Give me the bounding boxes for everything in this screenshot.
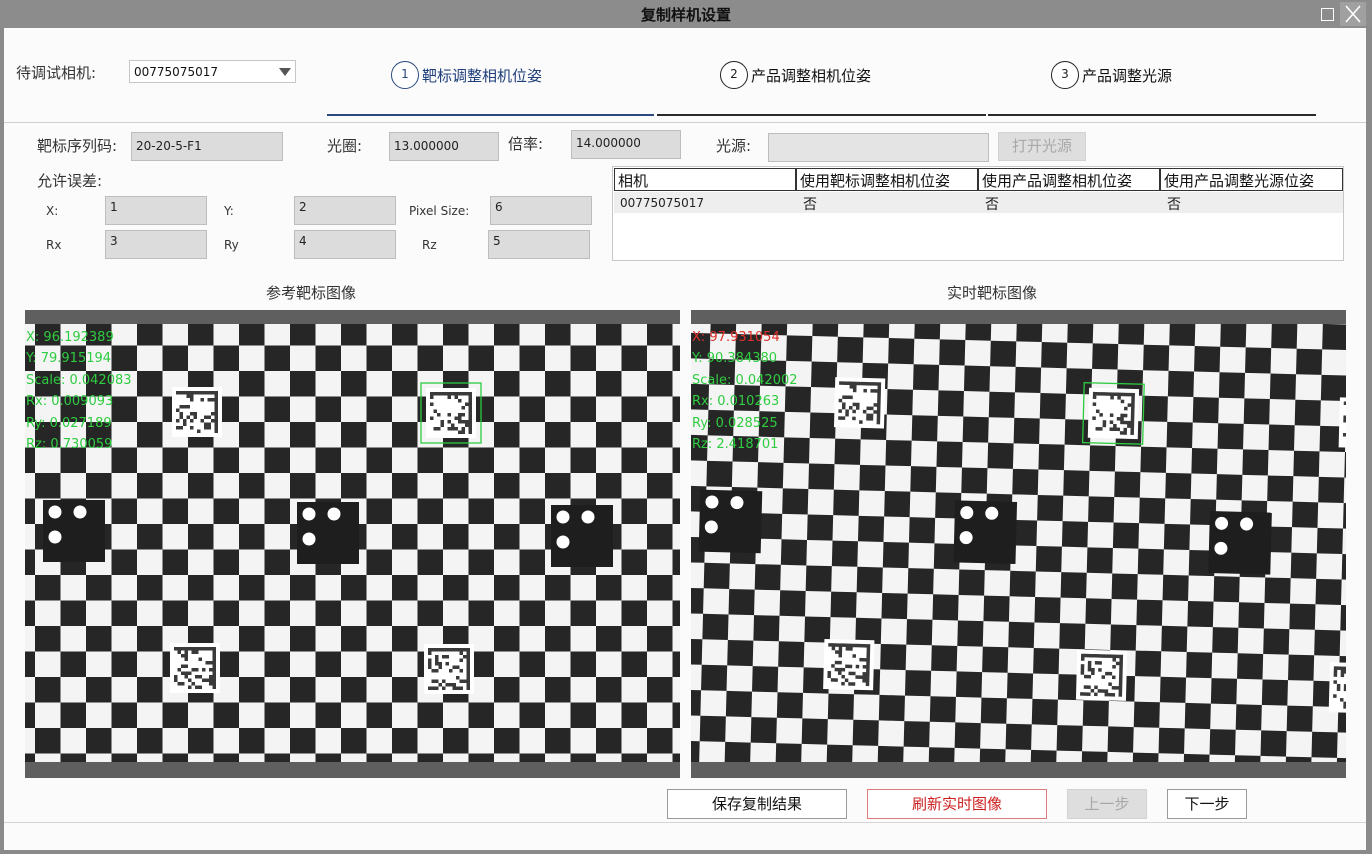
divider [4,122,1366,123]
tol-x-field[interactable]: 1 [105,196,207,225]
open-light-button[interactable]: 打开光源 [998,132,1086,161]
step-1-label: 靶标调整相机位姿 [422,67,543,85]
tol-ry-field[interactable]: 4 [294,230,396,259]
camera-select-label: 待调试相机: [16,64,97,82]
live-overlay-y: Y: 90.384380 [692,351,778,367]
ref-overlay-scale: Scale: 0.042083 [26,372,132,388]
live-overlay-x: X: 97.931054 [692,330,780,345]
light-label: 光源: [716,137,752,155]
serial-field[interactable]: 20-20-5-F1 [131,132,283,161]
tol-rz-field[interactable]: 5 [488,230,590,259]
live-image-panel[interactable]: X: 97.931054 Y: 90.384380 Scale: 0.04200… [691,310,1346,778]
live-overlay-rx: Rx: 0.010263 [692,394,780,410]
title-bar: 复制样机设置 [0,0,1372,28]
step-2-number: 2 [720,61,748,89]
table-header-product-pose[interactable]: 使用产品调整相机位姿 [978,168,1160,191]
ref-overlay-y: Y: 79.915194 [26,351,112,367]
dialog-window: 复制样机设置 待调试相机: 00775075017 1 靶标调整相机位姿 2 产… [0,0,1372,854]
table-cell-product-pose: 否 [985,197,999,213]
reference-image-panel[interactable]: X: 96.192389 Y: 79.915194 Scale: 0.04208… [25,310,680,778]
tol-y-field[interactable]: 2 [294,196,396,225]
refresh-image-button[interactable]: 刷新实时图像 [867,789,1047,819]
tol-pixel-label: Pixel Size: [409,204,470,218]
table-cell-target-pose: 否 [803,197,817,213]
step-3-underline [988,114,1316,116]
tol-rx-field[interactable]: 3 [105,230,207,259]
maximize-icon [1321,8,1334,21]
step-3-number: 3 [1051,61,1079,89]
ref-overlay-x: X: 96.192389 [26,330,114,345]
table-header-camera[interactable]: 相机 [614,168,796,191]
table-row[interactable] [614,192,1343,213]
ref-overlay-rz: Rz: 0.730059 [26,437,113,453]
aperture-label: 光圈: [327,137,363,155]
ratio-field[interactable]: 14.000000 [571,130,681,159]
tol-pixel-field[interactable]: 6 [490,196,592,225]
dialog-content: 待调试相机: 00775075017 1 靶标调整相机位姿 2 产品调整相机位姿… [4,28,1366,850]
chevron-down-icon [279,68,291,76]
close-button[interactable] [1340,2,1366,26]
serial-label: 靶标序列码: [37,137,118,155]
reference-overlay: X: 96.192389 Y: 79.915194 Scale: 0.04208… [26,327,132,455]
live-overlay: X: 97.931054 Y: 90.384380 Scale: 0.04200… [692,327,798,455]
step-2-underline [657,114,986,116]
save-result-button[interactable]: 保存复制结果 [667,789,847,819]
aperture-field[interactable]: 13.000000 [389,132,499,161]
tol-y-label: Y: [224,204,234,218]
live-overlay-scale: Scale: 0.042002 [692,372,798,388]
reference-image-title: 参考靶标图像 [266,284,357,302]
previous-step-button[interactable]: 上一步 [1067,789,1147,819]
tol-rz-label: Rz [422,238,437,252]
window-title: 复制样机设置 [640,6,731,24]
table-cell-product-light: 否 [1167,197,1181,213]
step-3-label: 产品调整光源 [1082,67,1173,85]
live-image-title: 实时靶标图像 [947,284,1038,302]
tol-rx-label: Rx [46,238,62,252]
ref-overlay-rx: Rx: 0.009093 [26,394,114,410]
step-2-label: 产品调整相机位姿 [751,67,872,85]
tolerance-label: 允许误差: [37,172,103,190]
light-field[interactable] [768,133,989,162]
table-cell-camera: 00775075017 [620,196,704,210]
table-header-target-pose[interactable]: 使用靶标调整相机位姿 [796,168,978,191]
camera-select[interactable]: 00775075017 [129,60,296,83]
next-step-button[interactable]: 下一步 [1167,789,1247,819]
ref-overlay-ry: Ry: 0.027189 [26,415,112,431]
close-icon [1345,5,1361,23]
camera-select-value: 00775075017 [134,65,218,79]
bottom-divider [4,822,1366,823]
step-1-underline [327,114,654,116]
live-overlay-ry: Ry: 0.028525 [692,415,778,431]
maximize-button[interactable] [1316,2,1340,26]
step-1-number: 1 [391,61,419,89]
tol-x-label: X: [46,204,59,218]
live-overlay-rz: Rz: 2.418701 [692,437,779,453]
ratio-label: 倍率: [508,135,544,153]
tol-ry-label: Ry [224,238,239,252]
table-header-product-light[interactable]: 使用产品调整光源位姿 [1160,168,1343,191]
camera-table[interactable]: 相机 使用靶标调整相机位姿 使用产品调整相机位姿 使用产品调整光源位姿 0077… [612,166,1344,261]
